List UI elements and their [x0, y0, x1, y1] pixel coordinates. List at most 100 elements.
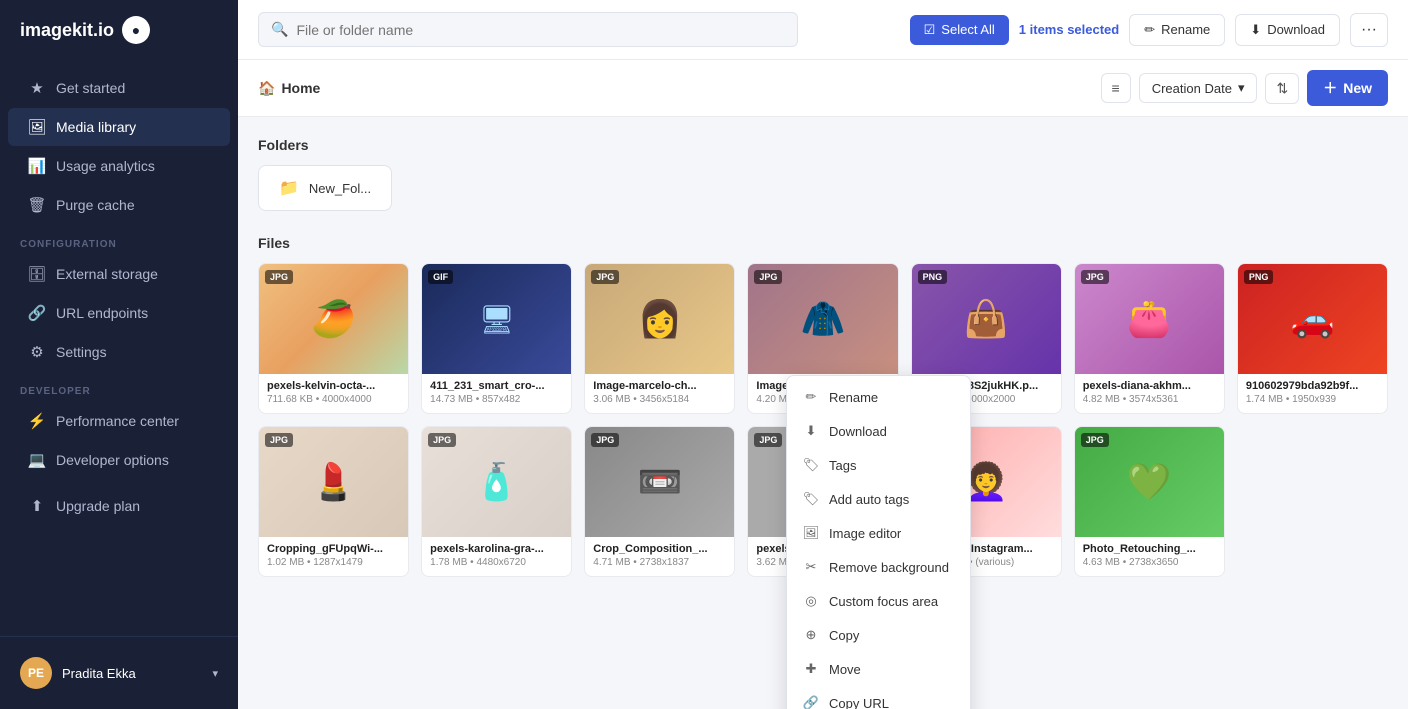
ctx-image-editor[interactable]: 🖼 Image editor: [787, 516, 970, 550]
rename-button[interactable]: ✏ Rename: [1129, 14, 1225, 46]
sort-dropdown[interactable]: Creation Date ▾: [1139, 73, 1258, 103]
file-type-badge: JPG: [1081, 433, 1109, 447]
sidebar-item-label: Get started: [56, 80, 125, 96]
file-card[interactable]: 📼 JPG Crop_Composition_... 4.71 MB • 273…: [584, 426, 735, 577]
file-card[interactable]: 🚗 PNG 910602979bda92b9f... 1.74 MB • 195…: [1237, 263, 1388, 414]
performance-icon: ⚡: [28, 412, 46, 430]
chevron-down-icon: ▾: [212, 667, 218, 680]
image-editor-icon: 🖼: [803, 525, 819, 541]
file-name: 910602979bda92b9f...: [1246, 380, 1379, 392]
logo-text: imagekit.io: [20, 20, 114, 41]
files-section-title: Files: [258, 235, 1388, 251]
sidebar-item-performance-center[interactable]: ⚡ Performance center: [8, 402, 230, 440]
file-card[interactable]: 👩 JPG Image-marcelo-ch... 3.06 MB • 3456…: [584, 263, 735, 414]
view-controls: ≡ Creation Date ▾ ⇅ ＋ New: [1101, 70, 1388, 106]
sidebar-item-media-library[interactable]: 🖼 Media library: [8, 108, 230, 146]
sidebar-item-url-endpoints[interactable]: 🔗 URL endpoints: [8, 294, 230, 332]
new-button[interactable]: ＋ New: [1307, 70, 1388, 106]
file-type-badge: JPG: [754, 270, 782, 284]
rename-icon: ✏: [1144, 22, 1155, 38]
ctx-tags[interactable]: 🏷 Tags: [787, 448, 970, 482]
sidebar-item-developer-options[interactable]: 💻 Developer options: [8, 441, 230, 479]
ctx-download-label: Download: [829, 424, 887, 439]
ctx-rename-label: Rename: [829, 390, 878, 405]
view-list-button[interactable]: ≡: [1101, 73, 1131, 103]
file-type-badge: JPG: [265, 270, 293, 284]
file-name: pexels-diana-akhm...: [1083, 380, 1216, 392]
ctx-remove-bg-label: Remove background: [829, 560, 949, 575]
ctx-move-label: Move: [829, 662, 861, 677]
rename-label: Rename: [1161, 22, 1210, 37]
ctx-rename[interactable]: ✏ Rename: [787, 380, 970, 414]
image-icon: 🖼: [28, 118, 46, 136]
breadcrumb-home-label: Home: [281, 80, 320, 96]
search-box[interactable]: 🔍: [258, 12, 798, 47]
developer-section-label: DEVELOPER: [0, 372, 238, 401]
sidebar-nav: ★ Get started 🖼 Media library 📊 Usage an…: [0, 60, 238, 636]
sort-label: Creation Date: [1152, 81, 1232, 96]
logo-icon: ●: [122, 16, 150, 44]
breadcrumb-home[interactable]: 🏠 Home: [258, 80, 320, 97]
logo-area: imagekit.io ●: [0, 0, 238, 60]
select-all-button[interactable]: ☑ Select All: [910, 15, 1009, 45]
download-icon: ⬇: [803, 423, 819, 439]
file-meta: 4.63 MB • 2738x3650: [1083, 557, 1216, 568]
file-name: 411_231_smart_cro-...: [430, 380, 563, 392]
rename-icon: ✏: [803, 389, 819, 405]
storage-icon: 🗄: [28, 265, 46, 283]
file-card[interactable]: 🥭 JPG pexels-kelvin-octa-... 711.68 KB •…: [258, 263, 409, 414]
file-meta: 3.06 MB • 3456x5184: [593, 394, 726, 405]
user-profile[interactable]: PE Pradita Ekka ▾: [10, 649, 228, 697]
ctx-copy-label: Copy: [829, 628, 859, 643]
chevron-down-icon: ▾: [1238, 80, 1245, 96]
sidebar-item-label: External storage: [56, 266, 158, 282]
file-card[interactable]: 👛 JPG pexels-diana-akhm... 4.82 MB • 357…: [1074, 263, 1225, 414]
avatar: PE: [20, 657, 52, 689]
ctx-custom-focus[interactable]: ◎ Custom focus area: [787, 584, 970, 618]
ctx-download[interactable]: ⬇ Download: [787, 414, 970, 448]
sidebar-footer: PE Pradita Ekka ▾: [0, 636, 238, 709]
search-input[interactable]: [296, 22, 785, 38]
file-meta: 14.73 MB • 857x482: [430, 394, 563, 405]
file-meta: 711.68 KB • 4000x4000: [267, 394, 400, 405]
context-menu: ✏ Rename ⬇ Download 🏷 Tags 🏷 Add auto ta…: [786, 375, 971, 709]
breadcrumb-bar: 🏠 Home ≡ Creation Date ▾ ⇅ ＋ New: [238, 60, 1408, 117]
more-options-button[interactable]: ···: [1350, 13, 1388, 47]
ctx-auto-tags-label: Add auto tags: [829, 492, 909, 507]
file-card[interactable]: 🧴 JPG pexels-karolina-gra-... 1.78 MB • …: [421, 426, 572, 577]
folders-grid: 📁 New_Fol...: [258, 165, 1388, 211]
tags-icon: 🏷: [803, 457, 819, 473]
file-type-badge: GIF: [428, 270, 453, 284]
search-icon: 🔍: [271, 21, 288, 38]
folder-name: New_Fol...: [309, 181, 371, 196]
sidebar-item-purge-cache[interactable]: 🗑 Purge cache: [8, 186, 230, 224]
copy-icon: ⊕: [803, 627, 819, 643]
sidebar-item-upgrade[interactable]: ⬆ Upgrade plan: [8, 487, 230, 525]
remove-bg-icon: ✂: [803, 559, 819, 575]
download-icon: ⬇: [1250, 22, 1261, 38]
select-all-checkbox-icon: ☑: [924, 22, 936, 38]
sidebar-item-get-started[interactable]: ★ Get started: [8, 69, 230, 107]
topbar-actions: ☑ Select All 1 items selected ✏ Rename ⬇…: [910, 13, 1388, 47]
file-card[interactable]: 💄 JPG Cropping_gFUpqWi-... 1.02 MB • 128…: [258, 426, 409, 577]
sort-order-button[interactable]: ⇅: [1265, 73, 1299, 104]
sidebar-item-settings[interactable]: ⚙ Settings: [8, 333, 230, 371]
home-icon: 🏠: [258, 80, 275, 97]
ctx-tags-label: Tags: [829, 458, 856, 473]
sidebar-item-external-storage[interactable]: 🗄 External storage: [8, 255, 230, 293]
ctx-add-auto-tags[interactable]: 🏷 Add auto tags: [787, 482, 970, 516]
download-button[interactable]: ⬇ Download: [1235, 14, 1340, 46]
file-meta: 4.71 MB • 2738x1837: [593, 557, 726, 568]
upgrade-icon: ⬆: [28, 497, 46, 515]
sidebar-item-usage-analytics[interactable]: 📊 Usage analytics: [8, 147, 230, 185]
ctx-copy[interactable]: ⊕ Copy: [787, 618, 970, 652]
folder-item[interactable]: 📁 New_Fol...: [258, 165, 392, 211]
sidebar-item-label: Media library: [56, 119, 136, 135]
file-card[interactable]: 🖥 GIF 411_231_smart_cro-... 14.73 MB • 8…: [421, 263, 572, 414]
ctx-move[interactable]: ✚ Move: [787, 652, 970, 686]
file-name: Cropping_gFUpqWi-...: [267, 543, 400, 555]
ctx-copy-url[interactable]: 🔗 Copy URL: [787, 686, 970, 709]
purge-icon: 🗑: [28, 196, 46, 214]
ctx-remove-background[interactable]: ✂ Remove background: [787, 550, 970, 584]
file-card[interactable]: 💚 JPG Photo_Retouching_... 4.63 MB • 273…: [1074, 426, 1225, 577]
